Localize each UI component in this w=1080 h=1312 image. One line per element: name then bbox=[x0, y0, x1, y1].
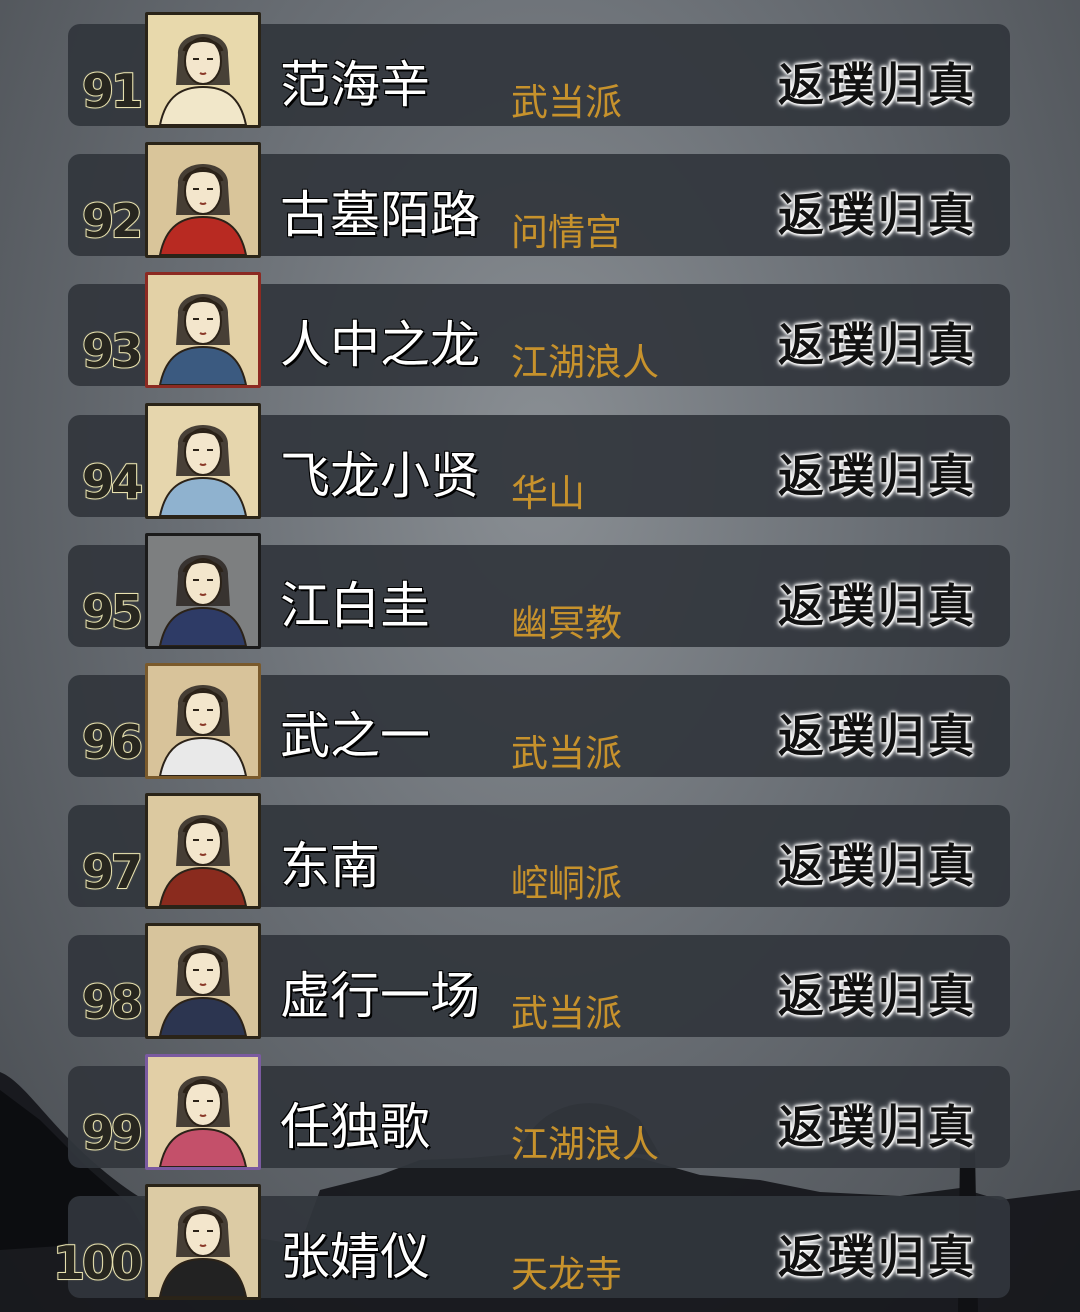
player-realm: 返璞归真 bbox=[778, 1099, 978, 1154]
leaderboard-row[interactable]: 95 江白圭 幽冥教 返璞归真 bbox=[0, 521, 1080, 651]
player-name: 东南 bbox=[280, 837, 380, 896]
player-avatar[interactable] bbox=[145, 1053, 261, 1170]
leaderboard-row[interactable]: 100 张婧仪 天龙寺 返璞归真 bbox=[0, 1172, 1080, 1302]
rank-number: 97 bbox=[81, 845, 144, 900]
player-avatar[interactable] bbox=[145, 142, 261, 259]
leaderboard-list: 91 范海辛 武当派 返璞归真 92 古墓陌路 问情宫 返璞归真 93 人中之龙 江湖浪人 返璞归真 9… bbox=[0, 0, 1080, 1312]
player-avatar[interactable] bbox=[145, 532, 261, 649]
rank-number: 100 bbox=[52, 1235, 144, 1290]
leaderboard-row[interactable]: 92 古墓陌路 问情宫 返璞归真 bbox=[0, 130, 1080, 260]
player-avatar[interactable] bbox=[145, 272, 261, 389]
player-avatar[interactable] bbox=[145, 663, 261, 779]
player-sect: 武当派 bbox=[511, 992, 622, 1036]
player-sect: 崆峒派 bbox=[511, 862, 622, 906]
leaderboard-row[interactable]: 96 武之一 武当派 返璞归真 bbox=[0, 651, 1080, 781]
player-realm: 返璞归真 bbox=[778, 1229, 978, 1284]
player-realm: 返璞归真 bbox=[778, 839, 978, 894]
player-sect: 江湖浪人 bbox=[511, 1122, 659, 1166]
player-name: 虚行一场 bbox=[280, 967, 480, 1026]
player-sect: 天龙寺 bbox=[511, 1252, 622, 1296]
rank-number: 92 bbox=[81, 194, 144, 249]
player-name: 江白圭 bbox=[280, 576, 430, 635]
rank-number: 91 bbox=[81, 64, 144, 118]
leaderboard-row[interactable]: 93 人中之龙 江湖浪人 返璞归真 bbox=[0, 260, 1080, 390]
player-realm: 返璞归真 bbox=[778, 58, 978, 112]
player-name: 古墓陌路 bbox=[280, 186, 480, 245]
player-name: 人中之龙 bbox=[280, 316, 480, 375]
leaderboard-row[interactable]: 97 东南 崆峒派 返璞归真 bbox=[0, 781, 1080, 911]
player-sect: 幽冥教 bbox=[511, 601, 622, 645]
leaderboard-row[interactable]: 94 飞龙小贤 华山 返璞归真 bbox=[0, 391, 1080, 521]
player-name: 张婧仪 bbox=[280, 1227, 430, 1286]
player-avatar[interactable] bbox=[145, 1183, 261, 1300]
player-avatar[interactable] bbox=[145, 12, 261, 128]
rank-number: 96 bbox=[81, 715, 144, 769]
rank-number: 95 bbox=[81, 584, 144, 639]
leaderboard-row[interactable]: 99 任独歌 江湖浪人 返璞归真 bbox=[0, 1042, 1080, 1172]
player-realm: 返璞归真 bbox=[778, 578, 978, 633]
player-name: 范海辛 bbox=[280, 56, 430, 114]
player-name: 飞龙小贤 bbox=[280, 446, 480, 505]
leaderboard-row[interactable]: 91 范海辛 武当派 返璞归真 bbox=[0, 0, 1080, 130]
player-name: 武之一 bbox=[280, 707, 430, 765]
player-realm: 返璞归真 bbox=[778, 709, 978, 763]
player-sect: 武当派 bbox=[511, 732, 622, 775]
player-sect: 武当派 bbox=[511, 81, 622, 124]
player-realm: 返璞归真 bbox=[778, 318, 978, 373]
player-realm: 返璞归真 bbox=[778, 188, 978, 243]
player-realm: 返璞归真 bbox=[778, 969, 978, 1024]
player-avatar[interactable] bbox=[145, 793, 261, 910]
rank-number: 98 bbox=[81, 975, 144, 1030]
rank-number: 93 bbox=[81, 324, 144, 379]
player-sect: 问情宫 bbox=[511, 211, 622, 255]
player-sect: 江湖浪人 bbox=[511, 341, 659, 385]
player-avatar[interactable] bbox=[145, 402, 261, 519]
leaderboard-row[interactable]: 98 虚行一场 武当派 返璞归真 bbox=[0, 911, 1080, 1041]
player-name: 任独歌 bbox=[280, 1097, 430, 1156]
rank-number: 99 bbox=[81, 1105, 144, 1160]
player-realm: 返璞归真 bbox=[778, 448, 978, 503]
rank-number: 94 bbox=[81, 454, 144, 509]
player-sect: 华山 bbox=[511, 471, 585, 515]
player-avatar[interactable] bbox=[145, 923, 261, 1040]
